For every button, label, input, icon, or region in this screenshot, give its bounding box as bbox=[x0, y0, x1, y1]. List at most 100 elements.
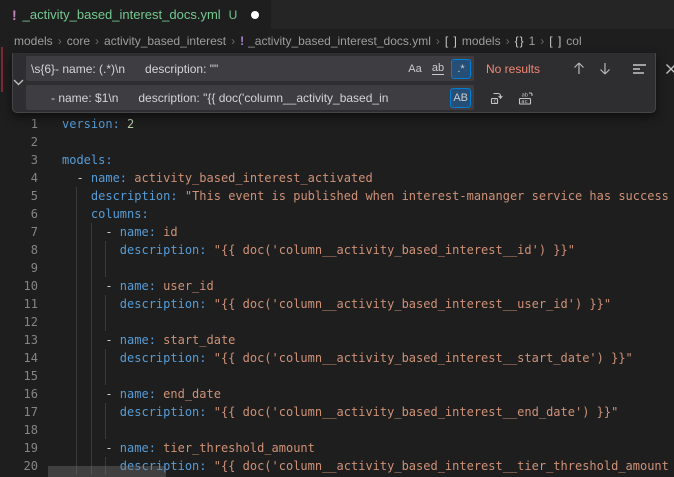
code-line[interactable]: 12 bbox=[0, 313, 674, 331]
replace-value-text: - name: $1\n description: "{{ doc('colum… bbox=[31, 91, 450, 105]
line-number: 20 bbox=[0, 457, 38, 475]
line-number: 3 bbox=[0, 151, 38, 169]
code-line[interactable]: 15 bbox=[0, 367, 674, 385]
line-number: 14 bbox=[0, 349, 38, 367]
arrow-up-icon bbox=[573, 62, 585, 75]
code-line[interactable]: 2 bbox=[0, 133, 674, 151]
indent-guide bbox=[76, 187, 77, 205]
line-number: 8 bbox=[0, 241, 38, 259]
code-line[interactable]: 8 description: "{{ doc('column__activity… bbox=[0, 241, 674, 259]
indent-guide bbox=[91, 223, 92, 241]
breadcrumb-label: 1 bbox=[529, 34, 536, 48]
indent-guide bbox=[105, 295, 106, 313]
code-editor[interactable]: 1version: 223models:4 - name: activity_b… bbox=[0, 115, 674, 477]
breadcrumb-item-col[interactable]: [ ]col bbox=[549, 34, 581, 48]
code-line[interactable]: 3models: bbox=[0, 151, 674, 169]
code-line[interactable]: 11 description: "{{ doc('column__activit… bbox=[0, 295, 674, 313]
previous-match-button[interactable] bbox=[568, 58, 590, 80]
code-line[interactable]: 17 description: "{{ doc('column__activit… bbox=[0, 403, 674, 421]
replace-all-button[interactable]: ab ac bbox=[514, 87, 536, 109]
indent-guide bbox=[105, 421, 106, 439]
indent-guide bbox=[91, 403, 92, 421]
code-line[interactable]: 9 bbox=[0, 259, 674, 277]
indent-guide bbox=[76, 241, 77, 259]
line-number: 13 bbox=[0, 331, 38, 349]
code-line[interactable]: 14 description: "{{ doc('column__activit… bbox=[0, 349, 674, 367]
code-line[interactable]: 13 - name: start_date bbox=[0, 331, 674, 349]
breadcrumb-label: models bbox=[462, 34, 501, 48]
indent-guide bbox=[76, 367, 77, 385]
indent-guide bbox=[76, 421, 77, 439]
indent-guide bbox=[91, 349, 92, 367]
tab-activity-based-interest-docs[interactable]: ! _activity_based_interest_docs.yml U bbox=[0, 0, 271, 29]
indent-guide bbox=[105, 259, 106, 277]
breadcrumb-separator-icon: › bbox=[95, 34, 99, 48]
whole-word-icon: ab bbox=[432, 63, 444, 75]
indent-guide bbox=[76, 349, 77, 367]
unsaved-changes-dot-icon[interactable] bbox=[251, 11, 259, 19]
breadcrumb-separator-icon: › bbox=[58, 34, 62, 48]
breadcrumb-separator-icon: › bbox=[231, 34, 235, 48]
breadcrumb-item-core[interactable]: core bbox=[67, 34, 90, 48]
match-case-button[interactable]: Aa bbox=[405, 59, 425, 79]
code-line[interactable]: 7 - name: id bbox=[0, 223, 674, 241]
preserve-case-button[interactable]: AB bbox=[450, 88, 471, 108]
indent-guide bbox=[91, 385, 92, 403]
close-icon bbox=[665, 63, 674, 75]
horizontal-scrollbar[interactable] bbox=[48, 466, 166, 477]
indent-guide bbox=[91, 277, 92, 295]
breadcrumb-item-activity-based-interest[interactable]: activity_based_interest bbox=[104, 34, 226, 48]
replace-icon: c bbox=[489, 90, 505, 106]
indent-guide bbox=[91, 313, 92, 331]
indent-guide bbox=[91, 241, 92, 259]
code-line[interactable]: 6 columns: bbox=[0, 205, 674, 223]
code-line[interactable]: 4 - name: activity_based_interest_activa… bbox=[0, 169, 674, 187]
replace-input[interactable]: - name: $1\n description: "{{ doc('colum… bbox=[26, 85, 474, 110]
breadcrumb-item--activity-based-interest-docs-yml[interactable]: !_activity_based_interest_docs.yml bbox=[240, 34, 431, 48]
code-line[interactable]: 1version: 2 bbox=[0, 115, 674, 133]
find-query-text: \s{6}- name: (.*)\n description: "" bbox=[31, 62, 405, 76]
yaml-warning-file-icon: ! bbox=[12, 7, 17, 23]
line-number: 5 bbox=[0, 187, 38, 205]
breadcrumb-item-models[interactable]: models bbox=[14, 34, 53, 48]
find-in-selection-icon bbox=[632, 63, 647, 75]
find-status-text: No results bbox=[486, 62, 568, 76]
line-number: 6 bbox=[0, 205, 38, 223]
breadcrumb: models › core › activity_based_interest › !_ac… bbox=[0, 29, 674, 52]
left-gutter-decoration bbox=[1, 47, 3, 92]
chevron-down-icon bbox=[13, 79, 24, 86]
line-number: 11 bbox=[0, 295, 38, 313]
close-find-widget-button[interactable] bbox=[660, 58, 674, 80]
find-in-selection-button[interactable] bbox=[628, 58, 650, 80]
find-input[interactable]: \s{6}- name: (.*)\n description: "" Aa a… bbox=[26, 56, 474, 81]
indent-guide bbox=[76, 277, 77, 295]
toggle-replace-button[interactable] bbox=[13, 53, 24, 112]
replace-button[interactable]: c bbox=[486, 87, 508, 109]
whole-word-button[interactable]: ab bbox=[428, 59, 448, 79]
breadcrumb-item-models[interactable]: [ ]models bbox=[445, 34, 501, 48]
indent-guide bbox=[91, 367, 92, 385]
indent-guide bbox=[105, 367, 106, 385]
code-line[interactable]: 16 - name: end_date bbox=[0, 385, 674, 403]
code-line[interactable]: 18 bbox=[0, 421, 674, 439]
code-line[interactable]: 5 description: "This event is published … bbox=[0, 187, 674, 205]
breadcrumb-separator-icon: › bbox=[506, 34, 510, 48]
breadcrumb-separator-icon: › bbox=[540, 34, 544, 48]
indent-guide bbox=[105, 313, 106, 331]
find-replace-widget: \s{6}- name: (.*)\n description: "" Aa a… bbox=[12, 53, 656, 113]
next-match-button[interactable] bbox=[594, 58, 616, 80]
indent-guide bbox=[91, 439, 92, 457]
code-line[interactable]: 10 - name: user_id bbox=[0, 277, 674, 295]
line-number: 15 bbox=[0, 367, 38, 385]
line-number: 18 bbox=[0, 421, 38, 439]
indent-guide bbox=[91, 421, 92, 439]
indent-guide bbox=[76, 223, 77, 241]
code-line[interactable]: 19 - name: tier_threshold_amount bbox=[0, 439, 674, 457]
indent-guide bbox=[76, 385, 77, 403]
breadcrumb-label: core bbox=[67, 34, 90, 48]
indent-guide bbox=[105, 403, 106, 421]
tab-title: _activity_based_interest_docs.yml bbox=[23, 7, 221, 22]
svg-text:ab: ab bbox=[521, 92, 528, 98]
regex-button[interactable]: .* bbox=[451, 59, 471, 79]
breadcrumb-item-1[interactable]: {}1 bbox=[515, 34, 536, 48]
